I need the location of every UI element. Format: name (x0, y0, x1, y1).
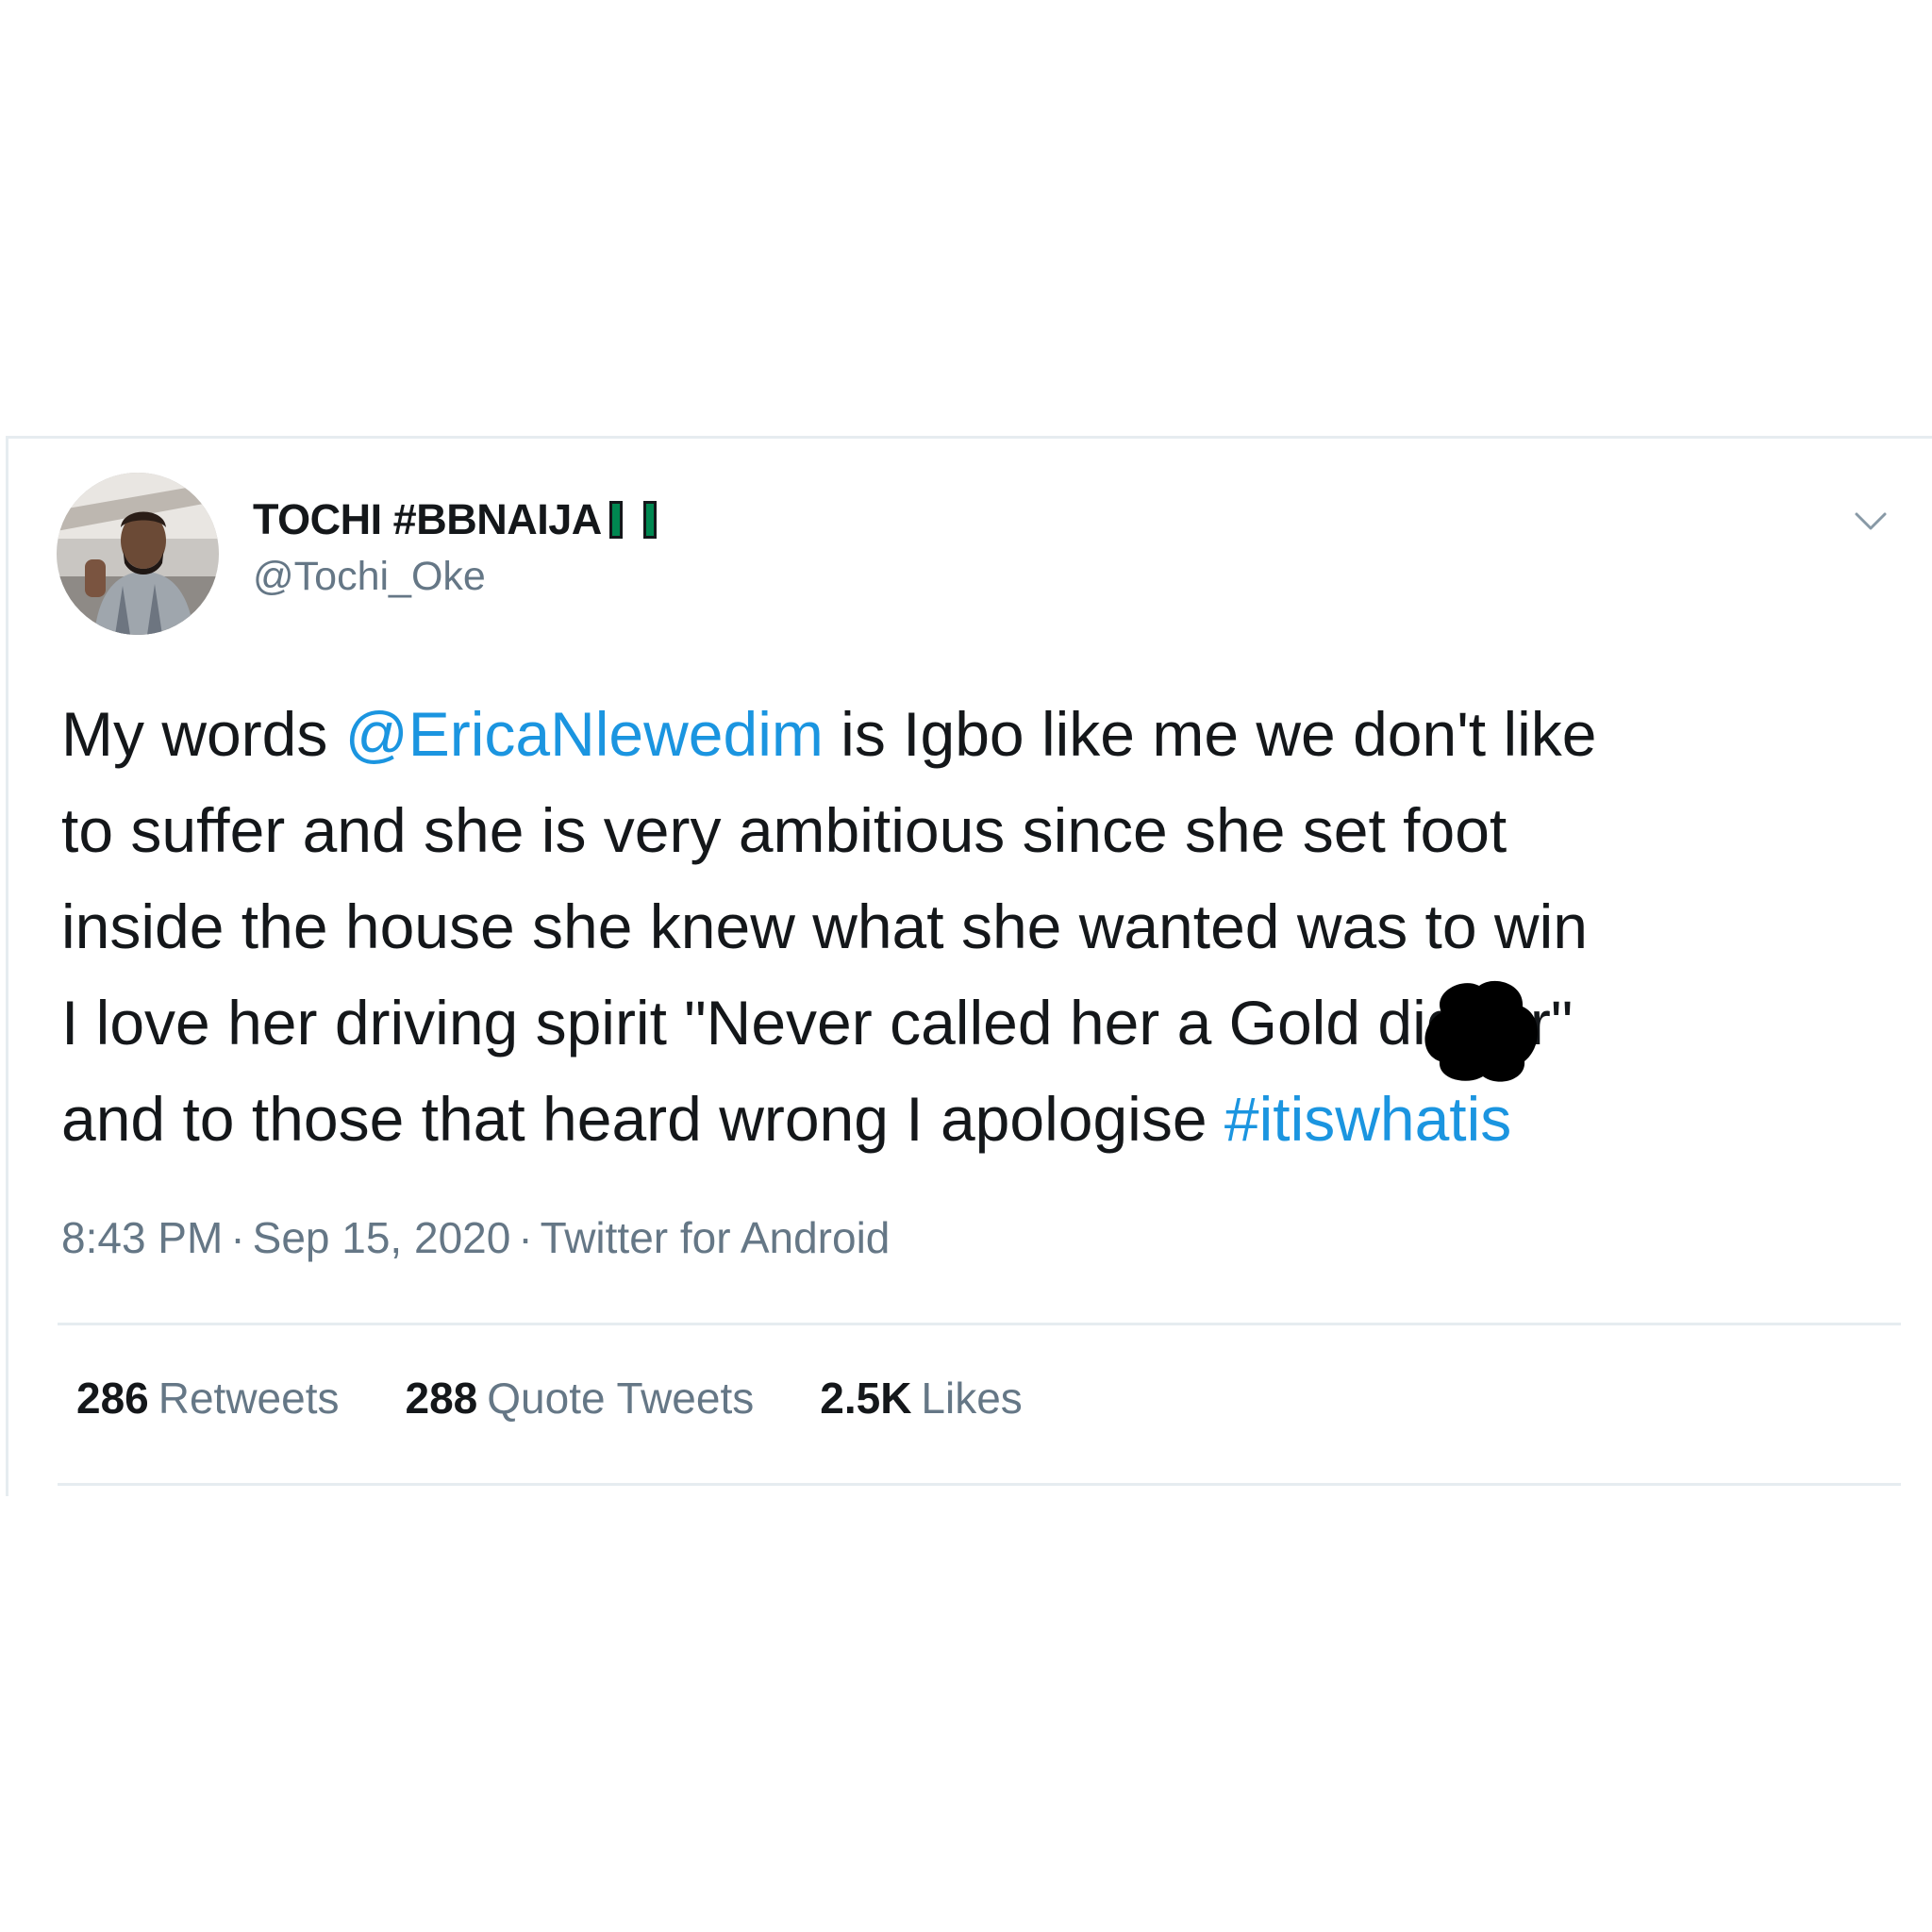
tweet-line-1: My words @EricaNlewedim is Igbo like me … (61, 686, 1932, 782)
retweets-stat[interactable]: 286 Retweets (76, 1373, 340, 1424)
tweet-card: TOCHI #BBNAIJA @Tochi_Oke My words @Eric… (6, 436, 1932, 1496)
hashtag-link[interactable]: #itiswhatis (1224, 1084, 1511, 1154)
retweets-label: Retweets (158, 1374, 340, 1423)
likes-stat[interactable]: 2.5K Likes (820, 1373, 1023, 1424)
tweet-date[interactable]: Sep 15, 2020 (253, 1213, 511, 1262)
redacted-word: gge (1424, 980, 1538, 1082)
tweet-stats: 286 Retweets 288 Quote Tweets 2.5K Likes (76, 1373, 1023, 1424)
nigeria-flag-icon (608, 499, 657, 541)
mention-link[interactable]: @EricaNlewedim (345, 699, 824, 769)
divider (58, 1323, 1901, 1325)
divider (58, 1483, 1901, 1486)
chevron-down-icon (1854, 511, 1888, 537)
tweet-text-fragment: and to those that heard wrong I apologis… (61, 1084, 1224, 1154)
tweet-menu-button[interactable] (1842, 495, 1899, 552)
tweet-line-3: inside the house she knew what she wante… (61, 891, 1588, 961)
avatar-photo (57, 473, 219, 635)
quote-tweets-label: Quote Tweets (487, 1374, 755, 1423)
meta-separator: · (518, 1213, 533, 1262)
tweet-source[interactable]: Twitter for Android (541, 1213, 891, 1262)
tweet-line-5: and to those that heard wrong I apologis… (61, 1071, 1932, 1167)
tweet-time[interactable]: 8:43 PM (61, 1213, 223, 1262)
tweet-text-fragment: I love her driving spirit "Never called … (61, 988, 1426, 1058)
tweet-text-fragment: is Igbo like me we don't like (823, 699, 1597, 769)
retweets-count: 286 (76, 1374, 149, 1423)
redaction-scribble (1424, 980, 1538, 1082)
quote-tweets-count: 288 (405, 1374, 478, 1423)
quote-tweets-stat[interactable]: 288 Quote Tweets (406, 1373, 755, 1424)
tweet-text-fragment: My words (61, 699, 345, 769)
tweet-meta: 8:43 PM · Sep 15, 2020 · Twitter for Android (61, 1212, 890, 1263)
display-name-row[interactable]: TOCHI #BBNAIJA (253, 491, 657, 549)
likes-label: Likes (921, 1374, 1023, 1423)
meta-separator: · (230, 1213, 245, 1262)
likes-count: 2.5K (820, 1374, 912, 1423)
tweet-line-2: to suffer and she is very ambitious sinc… (61, 795, 1507, 865)
tweet-line-4: I love her driving spirit "Never called … (61, 974, 1932, 1082)
user-handle[interactable]: @Tochi_Oke (253, 554, 486, 600)
tweet-body: My words @EricaNlewedim is Igbo like me … (61, 686, 1932, 1167)
avatar[interactable] (57, 473, 219, 635)
display-name[interactable]: TOCHI #BBNAIJA (253, 495, 602, 544)
